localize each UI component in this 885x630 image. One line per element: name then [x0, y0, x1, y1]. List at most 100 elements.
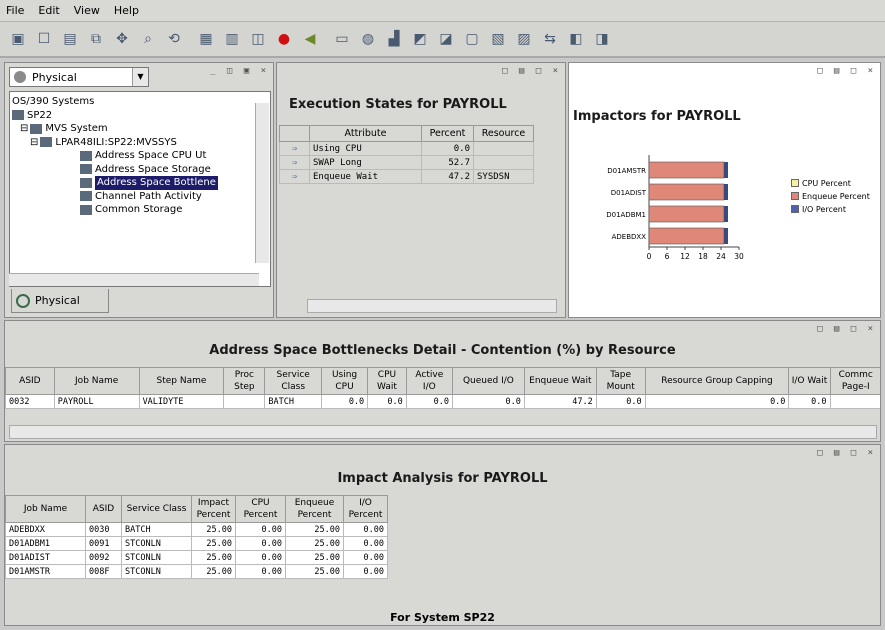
menu-file[interactable]: File [6, 4, 24, 17]
column-header[interactable]: Resource [473, 125, 534, 142]
panel-title: Address Space Bottlenecks Detail - Conte… [209, 343, 676, 358]
column-header[interactable]: Percent [421, 125, 474, 142]
column-header[interactable]: Active I/O [405, 367, 453, 395]
row-link-icon[interactable]: ⇒ [279, 169, 310, 184]
bar-chart-icon[interactable]: ▟ [382, 27, 406, 51]
column-header[interactable]: Job Name [53, 367, 140, 395]
column-header[interactable]: Attribute [309, 125, 422, 142]
tree-node[interactable]: SP22 [12, 109, 270, 123]
table-row[interactable]: D01AMSTR 008F STCONLN 25.00 0.00 25.00 0… [5, 564, 388, 579]
tree-node[interactable]: Channel Path Activity [12, 190, 270, 204]
panel-controls[interactable]: □ ▤ □ × [817, 324, 876, 334]
bar-cap [724, 162, 728, 178]
stop-icon[interactable]: ● [272, 27, 296, 51]
table-row[interactable]: D01ADIST 0092 STCONLN 25.00 0.00 25.00 0… [5, 550, 388, 565]
tree-node[interactable]: Address Space Storage [12, 163, 270, 177]
column-header[interactable]: Tape Mount [595, 367, 646, 395]
row-link-icon[interactable]: ⇒ [279, 155, 310, 170]
legend-swatch [791, 205, 799, 213]
table-row[interactable]: ⇒ Enqueue Wait 47.2 SYSDSN [279, 169, 534, 184]
column-header[interactable]: CPU Wait [367, 367, 407, 395]
system-icon [30, 123, 43, 134]
column-header[interactable]: I/O Wait [788, 367, 831, 395]
chart-icon[interactable]: ◫ [246, 27, 270, 51]
tree-node[interactable]: Common Storage [12, 203, 270, 217]
menu-help[interactable]: Help [114, 4, 139, 17]
find-icon[interactable]: ⌕ [136, 27, 160, 51]
bar-cap [724, 206, 728, 222]
copy-icon[interactable]: ⧉ [84, 27, 108, 51]
situation-icon[interactable]: ◧ [564, 27, 588, 51]
terminal-icon[interactable]: ◨ [590, 27, 614, 51]
tree-node[interactable]: ⊟ MVS System [12, 122, 270, 136]
tree-node[interactable]: ⊟ LPAR48ILI:SP22:MVSSYS [12, 136, 270, 150]
tree-vertical-scrollbar[interactable] [255, 103, 269, 263]
print-icon[interactable]: ▤ [58, 27, 82, 51]
panel-controls[interactable]: □ ▤ □ × [817, 448, 876, 458]
horizontal-scrollbar[interactable] [9, 425, 877, 439]
legend-swatch [791, 179, 799, 187]
tree-node-selected[interactable]: Address Space Bottlene [12, 176, 270, 190]
impact-analysis-panel: □ ▤ □ × Impact Analysis for PAYROLL Job … [4, 444, 881, 626]
table-row[interactable]: ⇒ SWAP Long 52.7 [279, 155, 534, 170]
panel-controls[interactable]: □ ▤ □ × [502, 66, 561, 76]
menu-view[interactable]: View [74, 4, 100, 17]
column-header[interactable]: Impact Percent [191, 495, 236, 523]
column-header[interactable]: Using CPU [320, 367, 369, 395]
navigator-tree: OS/390 Systems SP22 ⊟ MVS System ⊟ LPAR48I… [9, 91, 271, 287]
refresh-icon[interactable]: ⟲ [162, 27, 186, 51]
column-header[interactable]: Job Name [5, 495, 86, 523]
column-header[interactable]: Service Class [121, 495, 192, 523]
table-row[interactable]: 0032 PAYROLL VALIDYTE BATCH 0.0 0.0 0.0 … [5, 394, 880, 409]
link-icon[interactable]: ⇆ [538, 27, 562, 51]
tree-node[interactable]: OS/390 Systems [12, 95, 270, 109]
globe-icon[interactable]: ◍ [356, 27, 380, 51]
view-select[interactable]: Physical ▼ [9, 67, 149, 87]
legend-swatch [791, 192, 799, 200]
layout-icon[interactable]: ▭ [330, 27, 354, 51]
sound-icon[interactable]: ◀ [298, 27, 322, 51]
workspace-icon [80, 150, 92, 161]
tree-node[interactable]: Address Space CPU Ut [12, 149, 270, 163]
tab-physical[interactable]: Physical [11, 289, 109, 313]
system-footer: For System SP22 [390, 611, 495, 624]
workspace-icon[interactable]: ◪ [434, 27, 458, 51]
table-row[interactable]: ADEBDXX 0030 BATCH 25.00 0.00 25.00 0.00 [5, 522, 388, 537]
column-header[interactable]: CPU Percent [235, 495, 286, 523]
column-header[interactable]: Step Name [138, 367, 225, 395]
category-label: D01AMSTR [607, 167, 646, 175]
view-icon[interactable]: ▨ [512, 27, 536, 51]
column-header[interactable]: Commc Page-I [829, 367, 880, 395]
table-row[interactable]: D01ADBM1 0091 STCONLN 25.00 0.00 25.00 0… [5, 536, 388, 551]
properties-icon[interactable]: ☐ [32, 27, 56, 51]
column-header[interactable]: Service Class [264, 367, 322, 395]
window-icon[interactable]: ▢ [460, 27, 484, 51]
panel-controls[interactable]: _ ◫ ▣ × [210, 66, 269, 76]
horizontal-scrollbar[interactable] [307, 299, 557, 313]
row-link-icon[interactable]: ⇒ [279, 141, 310, 156]
report-icon[interactable]: ▧ [486, 27, 510, 51]
column-header[interactable]: Enqueue Percent [285, 495, 344, 523]
bottleneck-detail-panel: □ ▤ □ × Address Space Bottlenecks Detail… [4, 320, 881, 442]
menu-edit[interactable]: Edit [38, 4, 59, 17]
table-icon[interactable]: ▥ [220, 27, 244, 51]
table-row[interactable]: ⇒ Using CPU 0.0 [279, 141, 534, 156]
column-header[interactable]: I/O Percent [343, 495, 388, 523]
chevron-down-icon[interactable]: ▼ [132, 68, 148, 86]
column-header[interactable]: ASID [85, 495, 122, 523]
plot-icon[interactable]: ◩ [408, 27, 432, 51]
save-icon[interactable]: ▣ [6, 27, 30, 51]
view-select-value: Physical [32, 70, 77, 84]
move-icon[interactable]: ✥ [110, 27, 134, 51]
column-header[interactable]: Enqueue Wait [523, 367, 597, 395]
category-label: D01ADIST [611, 189, 647, 197]
grid-icon[interactable]: ▦ [194, 27, 218, 51]
bar [648, 227, 725, 245]
column-header[interactable]: Resource Group Capping [644, 367, 790, 395]
tree-horizontal-scrollbar[interactable] [9, 273, 259, 286]
menu-bar: File Edit View Help [0, 0, 885, 22]
column-header[interactable]: Queued I/O [451, 367, 525, 395]
column-header[interactable]: Proc Step [223, 367, 266, 395]
column-header[interactable]: ASID [5, 367, 55, 395]
workspace-icon [80, 191, 92, 202]
